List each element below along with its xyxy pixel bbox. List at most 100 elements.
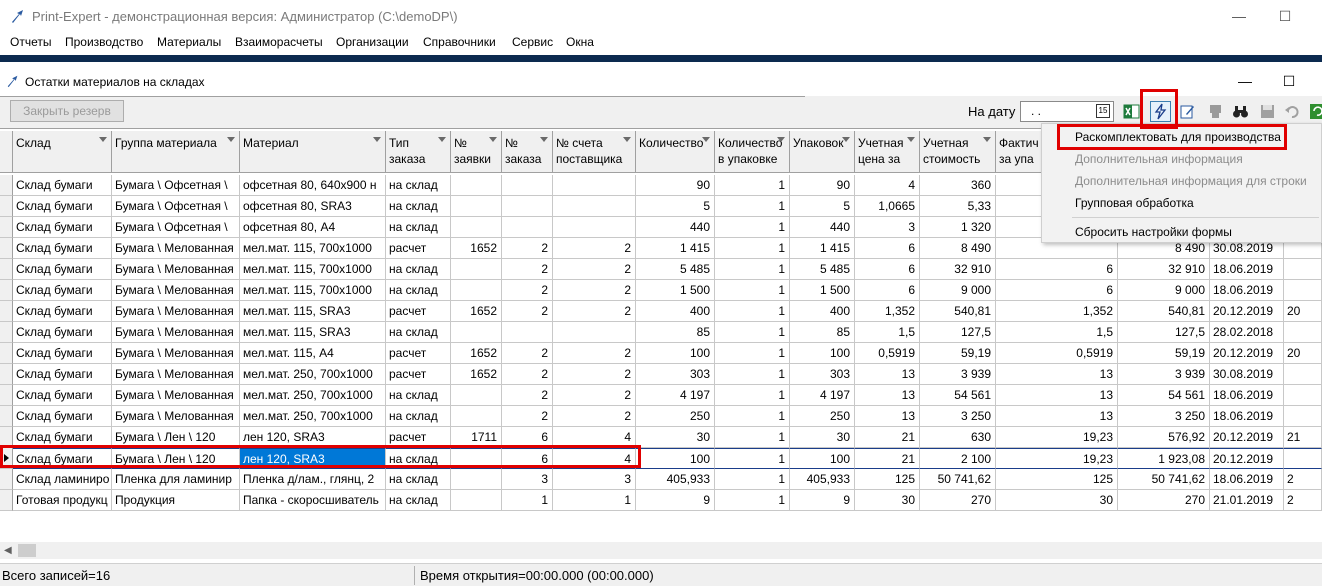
table-cell[interactable]: 1,5: [855, 322, 920, 343]
table-cell[interactable]: мел.мат. 115, 700х1000: [240, 280, 386, 301]
table-cell[interactable]: 5,33: [920, 196, 996, 217]
table-cell[interactable]: 2: [553, 259, 636, 280]
row-indicator[interactable]: [0, 322, 13, 343]
table-cell[interactable]: 54 561: [1118, 385, 1210, 406]
table-cell[interactable]: 28.02.2018: [1210, 322, 1284, 343]
table-cell[interactable]: Продукция: [112, 490, 240, 511]
table-cell[interactable]: 59,19: [1118, 343, 1210, 364]
menu-references[interactable]: Справочники: [423, 35, 496, 49]
sort-dropdown-icon[interactable]: [777, 137, 785, 142]
table-cell[interactable]: 2: [553, 364, 636, 385]
row-indicator[interactable]: [0, 175, 13, 196]
sort-dropdown-icon[interactable]: [983, 137, 991, 142]
table-cell[interactable]: Склад бумаги: [13, 238, 112, 259]
table-cell[interactable]: Бумага \ Мелованная: [112, 364, 240, 385]
table-cell[interactable]: 2: [502, 238, 553, 259]
table-cell[interactable]: Папка - скоросшиватель: [240, 490, 386, 511]
column-header[interactable]: Учетная цена за: [855, 131, 920, 173]
row-indicator[interactable]: [0, 490, 13, 511]
column-header[interactable]: Упаковок: [790, 131, 855, 173]
table-cell[interactable]: расчет: [386, 301, 451, 322]
table-cell[interactable]: 2: [553, 385, 636, 406]
table-cell[interactable]: Склад бумаги: [13, 175, 112, 196]
child-minimize-button[interactable]: —: [1230, 70, 1260, 94]
table-cell[interactable]: 59,19: [920, 343, 996, 364]
table-cell[interactable]: 85: [790, 322, 855, 343]
sort-dropdown-icon[interactable]: [438, 137, 446, 142]
table-cell[interactable]: 2: [502, 406, 553, 427]
table-cell[interactable]: 4 197: [790, 385, 855, 406]
table-cell[interactable]: [1284, 385, 1322, 406]
table-cell[interactable]: 2: [1284, 490, 1322, 511]
table-cell[interactable]: 30: [790, 427, 855, 448]
row-indicator[interactable]: [0, 259, 13, 280]
table-cell[interactable]: [451, 448, 502, 469]
table-cell[interactable]: [502, 196, 553, 217]
table-cell[interactable]: 405,933: [790, 469, 855, 490]
date-input[interactable]: . . 15: [1020, 101, 1114, 122]
menu-item-reset-form[interactable]: Сбросить настройки формы: [1075, 225, 1232, 239]
menu-production[interactable]: Производство: [65, 35, 143, 49]
row-indicator[interactable]: [0, 301, 13, 322]
table-cell[interactable]: 1 320: [920, 217, 996, 238]
table-cell[interactable]: 125: [855, 469, 920, 490]
calendar-icon[interactable]: 15: [1096, 104, 1110, 118]
table-cell[interactable]: 9 000: [1118, 280, 1210, 301]
table-cell[interactable]: 21: [855, 448, 920, 469]
table-cell[interactable]: 8 490: [920, 238, 996, 259]
table-cell[interactable]: 4 197: [636, 385, 715, 406]
table-cell[interactable]: 1652: [451, 364, 502, 385]
table-cell[interactable]: 303: [790, 364, 855, 385]
table-cell[interactable]: 50 741,62: [920, 469, 996, 490]
column-header[interactable]: Тип заказа: [386, 131, 451, 173]
sort-dropdown-icon[interactable]: [702, 137, 710, 142]
table-cell[interactable]: 3: [553, 469, 636, 490]
table-cell[interactable]: 18.06.2019: [1210, 469, 1284, 490]
table-cell[interactable]: [451, 406, 502, 427]
table-cell[interactable]: 21.01.2019: [1210, 490, 1284, 511]
table-cell[interactable]: Склад бумаги: [13, 343, 112, 364]
table-cell[interactable]: 2: [502, 343, 553, 364]
table-cell[interactable]: 100: [636, 448, 715, 469]
column-header[interactable]: Учетная стоимость: [920, 131, 996, 173]
table-cell[interactable]: 2 100: [920, 448, 996, 469]
table-cell[interactable]: 13: [855, 385, 920, 406]
column-header[interactable]: Количество в упаковке: [715, 131, 790, 173]
table-cell[interactable]: 18.06.2019: [1210, 385, 1284, 406]
table-cell[interactable]: 90: [790, 175, 855, 196]
table-cell[interactable]: 1: [715, 259, 790, 280]
table-cell[interactable]: 1: [715, 490, 790, 511]
table-cell[interactable]: 2: [1284, 469, 1322, 490]
table-cell[interactable]: 1652: [451, 238, 502, 259]
table-cell[interactable]: 1,352: [996, 301, 1118, 322]
table-cell[interactable]: расчет: [386, 427, 451, 448]
table-cell[interactable]: 54 561: [920, 385, 996, 406]
table-cell[interactable]: Склад бумаги: [13, 406, 112, 427]
table-cell[interactable]: 2: [502, 280, 553, 301]
table-cell[interactable]: 6: [502, 448, 553, 469]
refresh-icon[interactable]: [1307, 101, 1322, 122]
table-cell[interactable]: 630: [920, 427, 996, 448]
table-cell[interactable]: расчет: [386, 238, 451, 259]
table-cell[interactable]: на склад: [386, 175, 451, 196]
table-cell[interactable]: Пленка для ламинир: [112, 469, 240, 490]
scroll-thumb[interactable]: [18, 544, 36, 557]
table-cell[interactable]: 405,933: [636, 469, 715, 490]
table-cell[interactable]: 30: [636, 427, 715, 448]
table-cell[interactable]: 2: [553, 238, 636, 259]
row-indicator[interactable]: [0, 217, 13, 238]
table-cell[interactable]: 540,81: [1118, 301, 1210, 322]
undo-icon[interactable]: [1282, 101, 1303, 122]
row-indicator[interactable]: [0, 406, 13, 427]
table-cell[interactable]: Склад бумаги: [13, 322, 112, 343]
table-cell[interactable]: 20.12.2019: [1210, 448, 1284, 469]
table-cell[interactable]: [451, 175, 502, 196]
table-cell[interactable]: 5: [790, 196, 855, 217]
table-cell[interactable]: 9 000: [920, 280, 996, 301]
table-cell[interactable]: лен 120, SRA3: [240, 427, 386, 448]
table-cell[interactable]: 2: [502, 259, 553, 280]
table-cell[interactable]: 1: [715, 196, 790, 217]
table-cell[interactable]: 6: [855, 280, 920, 301]
table-cell[interactable]: Склад бумаги: [13, 196, 112, 217]
row-indicator[interactable]: [0, 385, 13, 406]
